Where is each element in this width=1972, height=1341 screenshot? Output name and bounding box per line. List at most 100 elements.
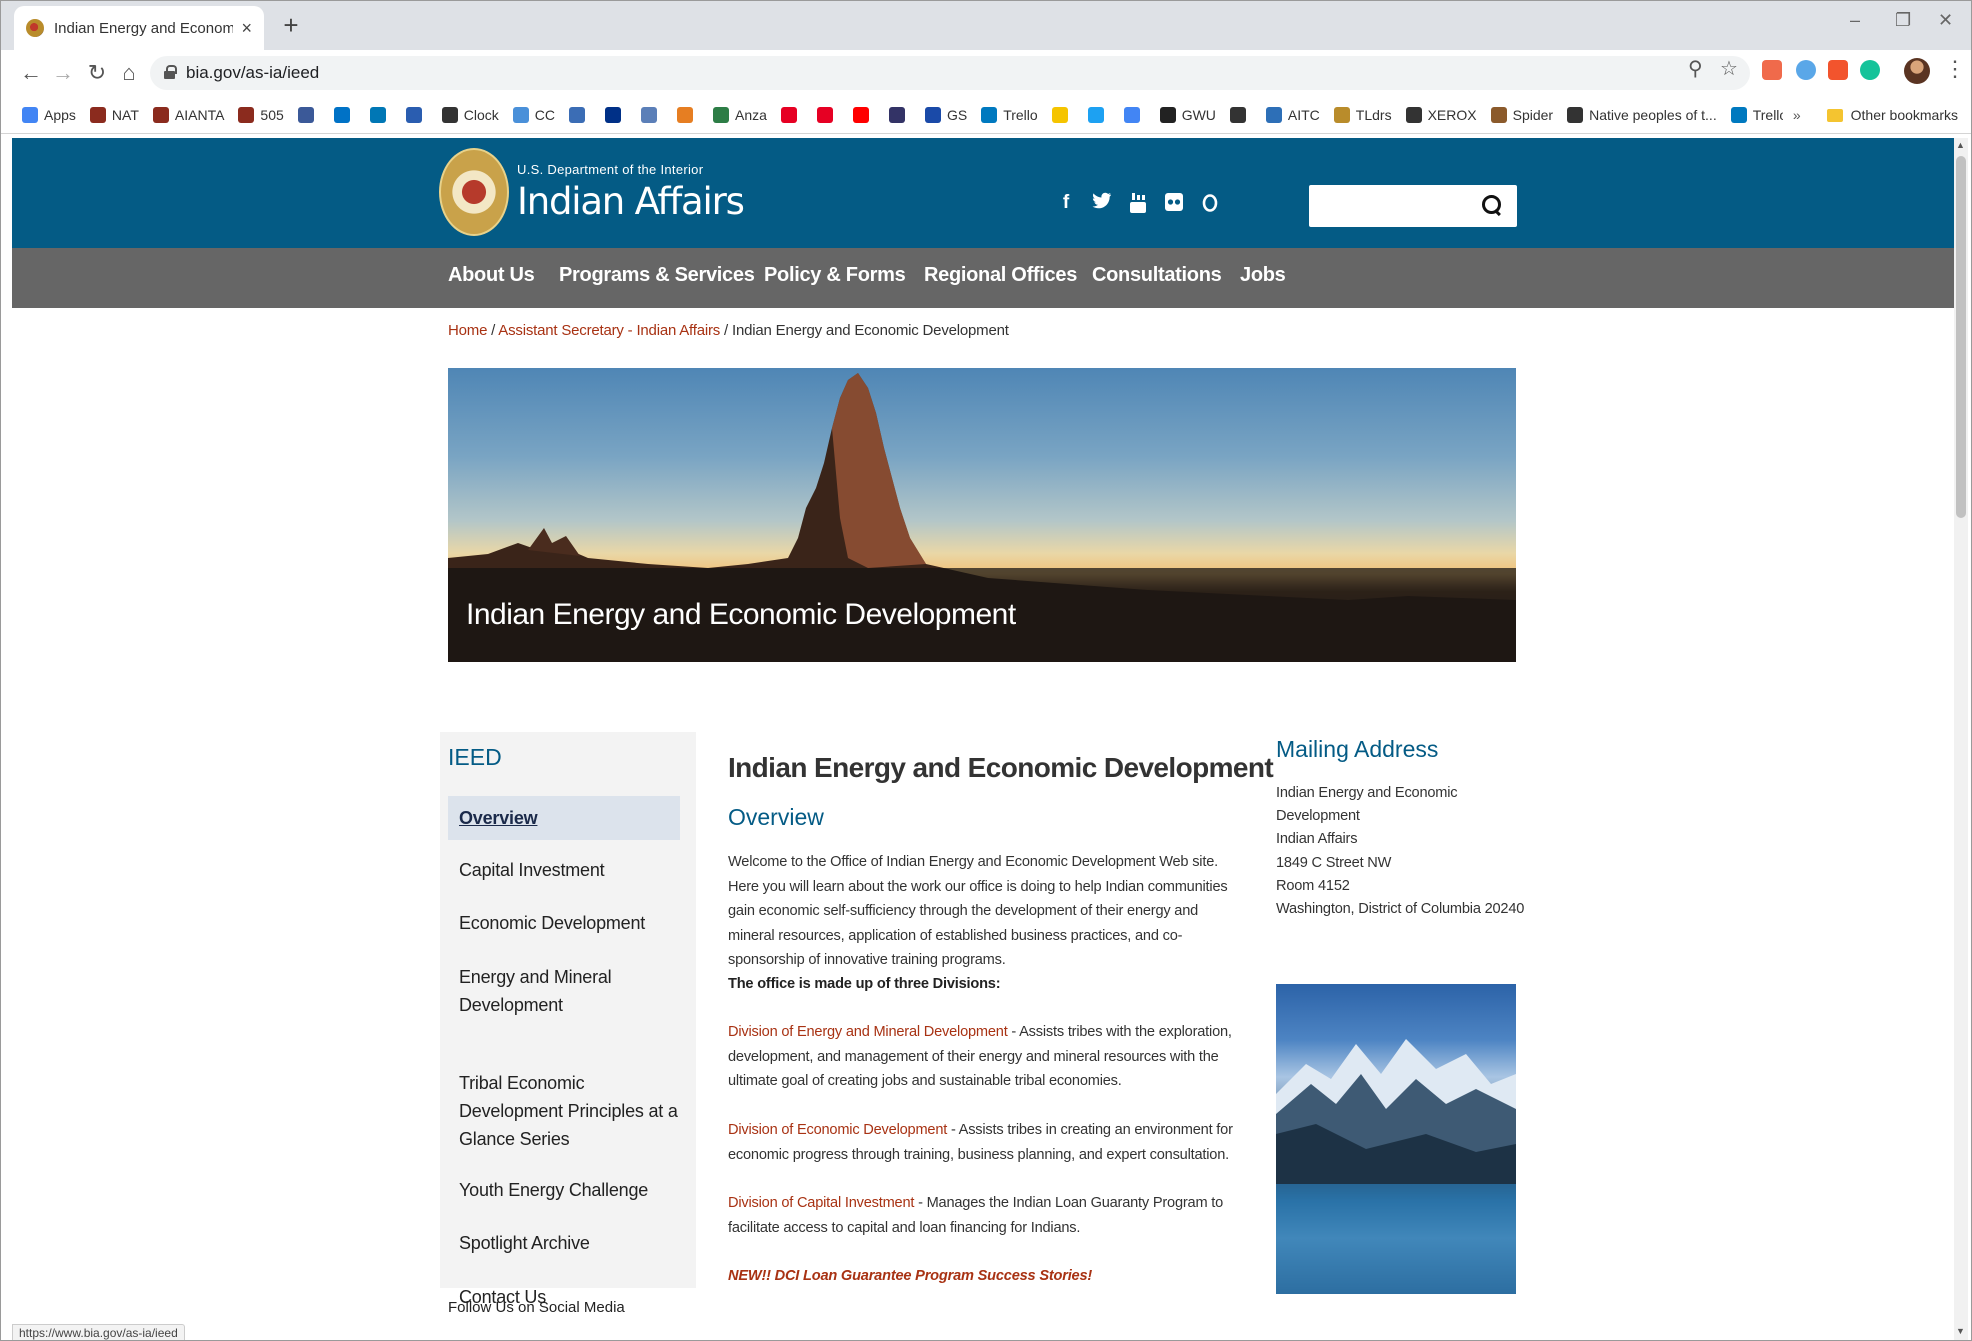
bookmark-item[interactable]: CC (512, 106, 556, 123)
home-icon[interactable]: ⌂ (114, 58, 144, 88)
nav-about-us[interactable]: About Us (448, 264, 535, 287)
bookmark-item[interactable] (333, 106, 356, 123)
flickr-icon[interactable] (1164, 192, 1184, 214)
bookmark-icon (713, 106, 730, 123)
nav-consultations[interactable]: Consultations (1092, 264, 1222, 287)
bookmark-item[interactable]: Native peoples of t... (1567, 106, 1717, 123)
address-url[interactable]: bia.gov/as-ia/ieed (186, 63, 319, 83)
bookmark-item[interactable] (780, 106, 803, 123)
back-icon[interactable]: ← (16, 58, 46, 88)
bookmark-item[interactable] (1123, 106, 1146, 123)
bookmark-item[interactable]: XEROX (1405, 106, 1477, 123)
bookmark-item[interactable]: Trello (981, 106, 1038, 123)
bookmark-item[interactable]: TLdrs (1333, 106, 1392, 123)
bookmark-item[interactable]: Anza (713, 106, 767, 123)
breadcrumb-parent[interactable]: Assistant Secretary - Indian Affairs (498, 322, 720, 339)
site-header: U.S. Department of the Interior Indian A… (12, 138, 1954, 248)
nav-regional-offices[interactable]: Regional Offices (924, 264, 1077, 287)
new-tab-button[interactable]: + (276, 10, 306, 40)
bookmark-item[interactable] (405, 106, 428, 123)
bookmark-item[interactable]: GWU (1159, 106, 1216, 123)
bookmarks-overflow-icon[interactable]: » (1793, 107, 1801, 123)
web-page: U.S. Department of the Interior Indian A… (12, 138, 1954, 1341)
bookmark-item[interactable] (1051, 106, 1074, 123)
bookmark-item[interactable]: Apps (22, 106, 76, 123)
extension-icon[interactable] (1796, 60, 1816, 80)
bookmark-item[interactable] (369, 106, 392, 123)
site-title[interactable]: Indian Affairs (517, 180, 745, 223)
scroll-down-icon[interactable]: ▼ (1956, 1326, 1965, 1336)
youtube-icon[interactable] (1128, 192, 1148, 214)
bookmark-star-icon[interactable]: ☆ (1720, 56, 1738, 81)
bookmark-icon (1123, 106, 1140, 123)
facebook-icon[interactable]: f (1056, 192, 1076, 214)
bookmark-item[interactable]: GS (924, 106, 967, 123)
bookmark-label: CC (534, 106, 556, 123)
profile-avatar[interactable] (1904, 58, 1930, 84)
sidebar-item-economic-development[interactable]: Economic Development (448, 909, 680, 937)
address-bar[interactable]: bia.gov/as-ia/ieed (150, 56, 1750, 90)
bookmark-item[interactable]: AIANTA (152, 106, 224, 123)
browser-menu-icon[interactable]: ⋮ (1944, 56, 1966, 82)
bookmark-icon (569, 106, 586, 123)
sidebar-item-youth-energy-challenge[interactable]: Youth Energy Challenge (448, 1176, 680, 1204)
bookmark-item[interactable] (852, 106, 875, 123)
mailing-address-title: Mailing Address (1276, 736, 1439, 762)
bookmark-item[interactable]: Trello (1730, 106, 1787, 123)
bia-seal-logo[interactable] (439, 148, 509, 236)
success-stories-link[interactable]: NEW!! DCI Loan Guarantee Program Success… (728, 1268, 1092, 1284)
forward-icon[interactable]: → (48, 58, 78, 88)
bookmark-item[interactable]: Spider (1490, 106, 1553, 123)
site-favicon-icon (26, 19, 44, 37)
bookmark-item[interactable] (569, 106, 591, 123)
breadcrumb-home[interactable]: Home (448, 322, 487, 339)
close-window-icon[interactable]: ✕ (1938, 10, 1953, 31)
twitter-icon[interactable] (1092, 192, 1112, 214)
nav-policy-forms[interactable]: Policy & Forms (764, 264, 906, 287)
search-icon[interactable] (1481, 194, 1505, 218)
section-subtitle: Overview (728, 804, 824, 830)
bookmark-item[interactable] (297, 106, 320, 123)
division-economic-development-link[interactable]: Division of Economic Development (728, 1122, 947, 1138)
bookmark-item[interactable] (677, 106, 699, 123)
nav-programs-services[interactable]: Programs & Services (559, 264, 755, 287)
instagram-icon[interactable] (1200, 192, 1220, 214)
division-energy-mineral-link[interactable]: Division of Energy and Mineral Developme… (728, 1024, 1008, 1040)
address-line: Indian Affairs (1276, 831, 1358, 848)
sidebar-item-overview[interactable]: Overview (448, 796, 680, 840)
bookmark-item[interactable] (1087, 106, 1110, 123)
bookmark-item[interactable]: AITC (1265, 106, 1320, 123)
division-capital-investment-link[interactable]: Division of Capital Investment (728, 1195, 914, 1211)
sidebar-item-energy-mineral[interactable]: Energy and Mineral Development (448, 963, 680, 1019)
glacier-photo (1276, 984, 1516, 1294)
scrollbar-thumb[interactable] (1956, 156, 1966, 518)
other-bookmarks[interactable]: » Other bookmarks (1782, 96, 1958, 133)
bookmark-icon (22, 106, 38, 123)
bookmark-item[interactable] (888, 106, 911, 123)
minimize-icon[interactable]: – (1850, 10, 1860, 31)
bookmark-item[interactable]: NAT (89, 106, 139, 123)
bookmark-item[interactable] (1229, 106, 1252, 123)
grammarly-icon[interactable] (1860, 60, 1880, 80)
sidebar-item-capital-investment[interactable]: Capital Investment (448, 856, 680, 884)
bookmark-item[interactable] (816, 106, 839, 123)
bookmark-item[interactable] (605, 106, 627, 123)
page-scrollbar[interactable]: ▲ ▼ (1954, 138, 1968, 1341)
close-tab-icon[interactable]: × (241, 18, 252, 39)
bookmark-item[interactable]: 505 (238, 106, 284, 123)
nav-jobs[interactable]: Jobs (1240, 264, 1286, 287)
extension-icon[interactable] (1762, 60, 1782, 80)
browser-tab[interactable]: Indian Energy and Economic Dev × (14, 6, 264, 50)
bookmark-icon (1229, 106, 1246, 123)
zoom-icon[interactable]: ⚲ (1688, 56, 1703, 81)
tab-title: Indian Energy and Economic Dev (54, 19, 234, 37)
scroll-up-icon[interactable]: ▲ (1956, 140, 1965, 150)
sidebar-item-spotlight-archive[interactable]: Spotlight Archive (448, 1229, 680, 1257)
extension-icon[interactable] (1828, 60, 1848, 80)
bookmark-item[interactable]: Clock (441, 106, 499, 123)
sidebar-item-principles-series[interactable]: Tribal Economic Development Principles a… (448, 1069, 680, 1153)
sidebar-title: IEED (448, 744, 502, 770)
bookmark-item[interactable] (641, 106, 663, 123)
restore-icon[interactable]: ❐ (1895, 10, 1911, 31)
reload-icon[interactable]: ↻ (82, 58, 112, 88)
